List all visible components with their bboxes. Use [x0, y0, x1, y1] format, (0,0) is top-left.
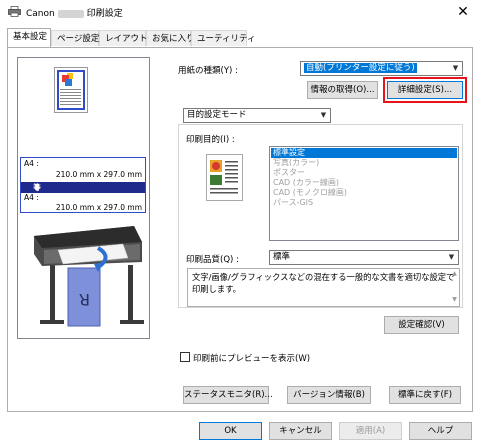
- print-quality-value: 標準: [273, 252, 291, 262]
- purpose-item-standard[interactable]: 標準設定: [271, 148, 457, 158]
- purpose-item-cad-mono[interactable]: CAD (モノクロ線画): [271, 188, 457, 198]
- source-size-name: A4 :: [24, 159, 39, 168]
- printer-icon: [8, 6, 21, 17]
- get-info-button[interactable]: 情報の取得(O)...: [307, 81, 378, 99]
- mode-dropdown[interactable]: 目的設定モード ▼: [183, 108, 331, 123]
- ok-button[interactable]: OK: [199, 422, 262, 440]
- chevron-down-icon: ▼: [452, 64, 459, 72]
- print-quality-dropdown[interactable]: 標準 ▼: [269, 250, 459, 265]
- check-settings-button[interactable]: 設定確認(V): [384, 316, 459, 334]
- paper-size-info: A4 : 210.0 mm x 297.0 mm 🡇 等倍 A4 : 210.0…: [20, 157, 146, 213]
- print-purpose-label: 印刷目的(I) :: [186, 135, 235, 145]
- print-purpose-listbox[interactable]: 標準設定 写真(カラー) ポスター CAD (カラー線画) CAD (モノクロ線…: [269, 146, 459, 241]
- chevron-down-icon: ▼: [448, 253, 455, 261]
- source-size-dimensions: 210.0 mm x 297.0 mm: [55, 170, 142, 179]
- help-button[interactable]: ヘルプ: [409, 422, 472, 440]
- tab-page-setup[interactable]: ページ設定: [51, 30, 99, 46]
- printer-illustration: R: [28, 220, 146, 332]
- detailed-settings-button[interactable]: 詳細設定(S)...: [383, 77, 467, 103]
- tab-layout[interactable]: レイアウト: [99, 30, 148, 46]
- purpose-item-perspective-gis[interactable]: パース-GIS: [271, 198, 457, 208]
- purpose-preview-image: [206, 154, 243, 201]
- preview-before-print-checkbox[interactable]: [180, 352, 190, 362]
- scroll-up-icon: ▲: [452, 270, 457, 277]
- tab-strip: 基本設定 ページ設定 レイアウト お気に入り ユーティリティ: [0, 28, 480, 47]
- paper-type-label: 用紙の種類(Y) :: [178, 66, 238, 76]
- close-icon: ✕: [457, 4, 469, 20]
- page-preview-thumbnail: [54, 67, 88, 113]
- preview-before-print-label: 印刷前にプレビューを表示(W): [193, 354, 311, 364]
- tab-utility[interactable]: ユーティリティ: [191, 30, 255, 46]
- window-title: Canon 印刷設定: [26, 6, 123, 19]
- scaling-row: 🡇 等倍: [21, 182, 145, 203]
- chevron-down-icon: ▼: [320, 111, 327, 119]
- purpose-item-cad-color[interactable]: CAD (カラー線画): [271, 178, 457, 188]
- purpose-item-poster[interactable]: ポスター: [271, 168, 457, 178]
- thumb-blue-block: [65, 79, 72, 86]
- svg-text:R: R: [79, 290, 90, 309]
- print-quality-label: 印刷品質(Q) :: [186, 255, 239, 265]
- mode-value: 目的設定モード: [187, 110, 247, 120]
- output-size-name: A4 :: [24, 193, 39, 202]
- window-title-prefix: Canon: [26, 9, 55, 19]
- redacted-model-name: [57, 9, 84, 18]
- description-scrollbar[interactable]: ▲ ▼: [450, 270, 459, 305]
- version-info-button[interactable]: バージョン情報(B): [287, 386, 371, 404]
- paper-type-value: 自動(プリンター設定に従う): [304, 63, 417, 73]
- paper-type-dropdown[interactable]: 自動(プリンター設定に従う) ▼: [300, 61, 463, 76]
- restore-defaults-button[interactable]: 標準に戻す(F): [389, 386, 461, 404]
- close-button[interactable]: ✕: [450, 2, 476, 22]
- tab-basic-settings[interactable]: 基本設定: [7, 28, 51, 47]
- apply-button[interactable]: 適用(A): [339, 422, 402, 440]
- status-monitor-button[interactable]: ステータスモニタ(R)...: [183, 386, 273, 404]
- scroll-down-icon: ▼: [452, 296, 457, 303]
- purpose-description-text: 文字/画像/グラフィックスなどの混在する一般的な文書を適切な設定で印刷します。: [192, 272, 455, 294]
- output-size-dimensions: 210.0 mm x 297.0 mm: [55, 203, 142, 212]
- window-title-suffix: 印刷設定: [86, 9, 123, 19]
- purpose-item-photo-color[interactable]: 写真(カラー): [271, 158, 457, 168]
- cancel-button[interactable]: キャンセル: [269, 422, 332, 440]
- tab-favorites[interactable]: お気に入り: [146, 30, 195, 46]
- purpose-description: 文字/画像/グラフィックスなどの混在する一般的な文書を適切な設定で印刷します。: [187, 268, 460, 307]
